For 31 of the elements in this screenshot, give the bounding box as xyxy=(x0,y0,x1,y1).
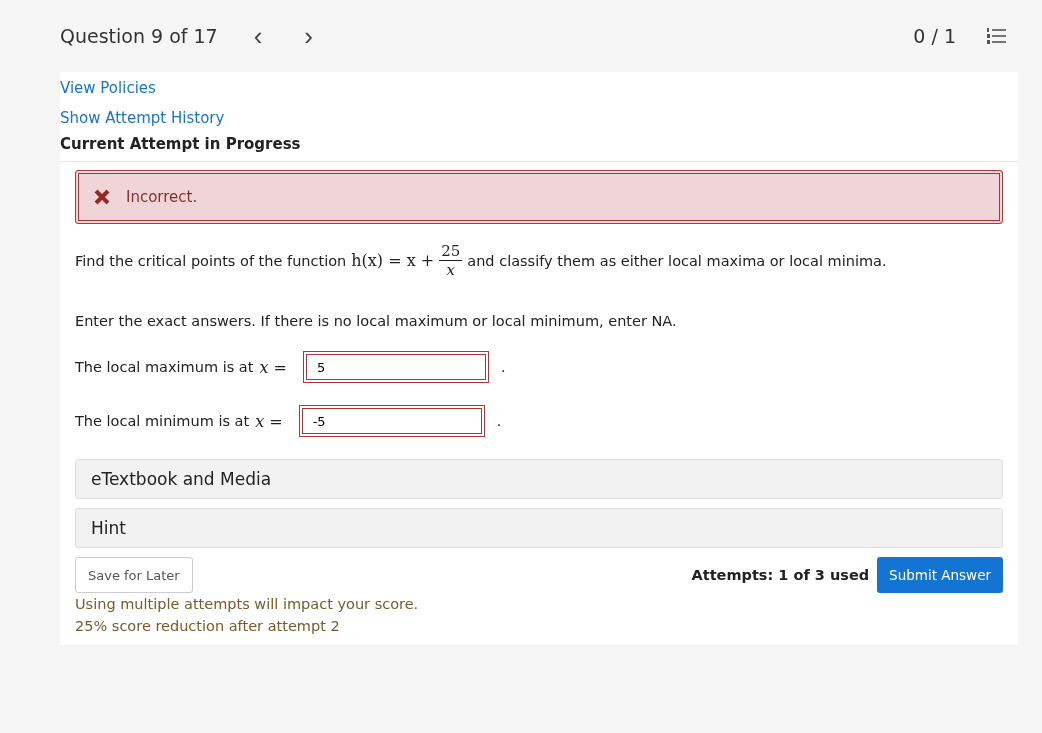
link[interactable]: View Policies xyxy=(60,75,156,102)
collapsible-panel[interactable]: Hint xyxy=(75,508,1003,548)
cross-icon xyxy=(94,189,110,205)
attempts-text: Attempts: 1 of 3 used xyxy=(691,567,870,583)
question-text: and classify them as either local maxima or local minima. xyxy=(467,252,887,269)
answer-label: The local minimum is at xyxy=(75,413,250,429)
fraction-denominator: x xyxy=(446,261,455,279)
submit-button[interactable]: Submit Answer xyxy=(877,557,1003,593)
warning-note: Using multiple attempts will impact your score. xyxy=(75,595,420,614)
answer-label: The local maximum is at xyxy=(75,359,254,375)
question-title: Question 9 of 17 xyxy=(60,25,218,47)
answer-field[interactable]: 5 xyxy=(302,351,489,383)
instructions-text: Enter the exact answers. If there is no local maximum or local minimum, enter NA. xyxy=(75,313,678,329)
math-variable: x = xyxy=(259,357,287,377)
save-button[interactable]: Save for Later xyxy=(75,557,193,593)
math-expression: h(x) = x + xyxy=(351,251,435,270)
warning-note: 25% score reduction after attempt 2 xyxy=(75,617,341,636)
previous-button[interactable]: ‹ xyxy=(241,23,275,49)
link[interactable]: Show Attempt History xyxy=(60,105,225,132)
numbered-list-icon[interactable] xyxy=(986,27,1006,45)
feedback-text: Incorrect. xyxy=(126,188,198,206)
math-variable: x = xyxy=(255,411,283,431)
score: 0 / 1 xyxy=(913,25,956,47)
period: . xyxy=(496,413,502,429)
question-text: Find the critical points of the function xyxy=(75,252,347,269)
attempt-heading: Current Attempt in Progress xyxy=(60,132,1018,162)
next-button[interactable]: › xyxy=(292,23,326,49)
fraction-numerator: 25 xyxy=(439,242,463,261)
collapsible-panel[interactable]: eTextbook and Media xyxy=(75,459,1003,499)
answer-field[interactable]: -5 xyxy=(298,405,485,437)
period: . xyxy=(500,359,506,375)
